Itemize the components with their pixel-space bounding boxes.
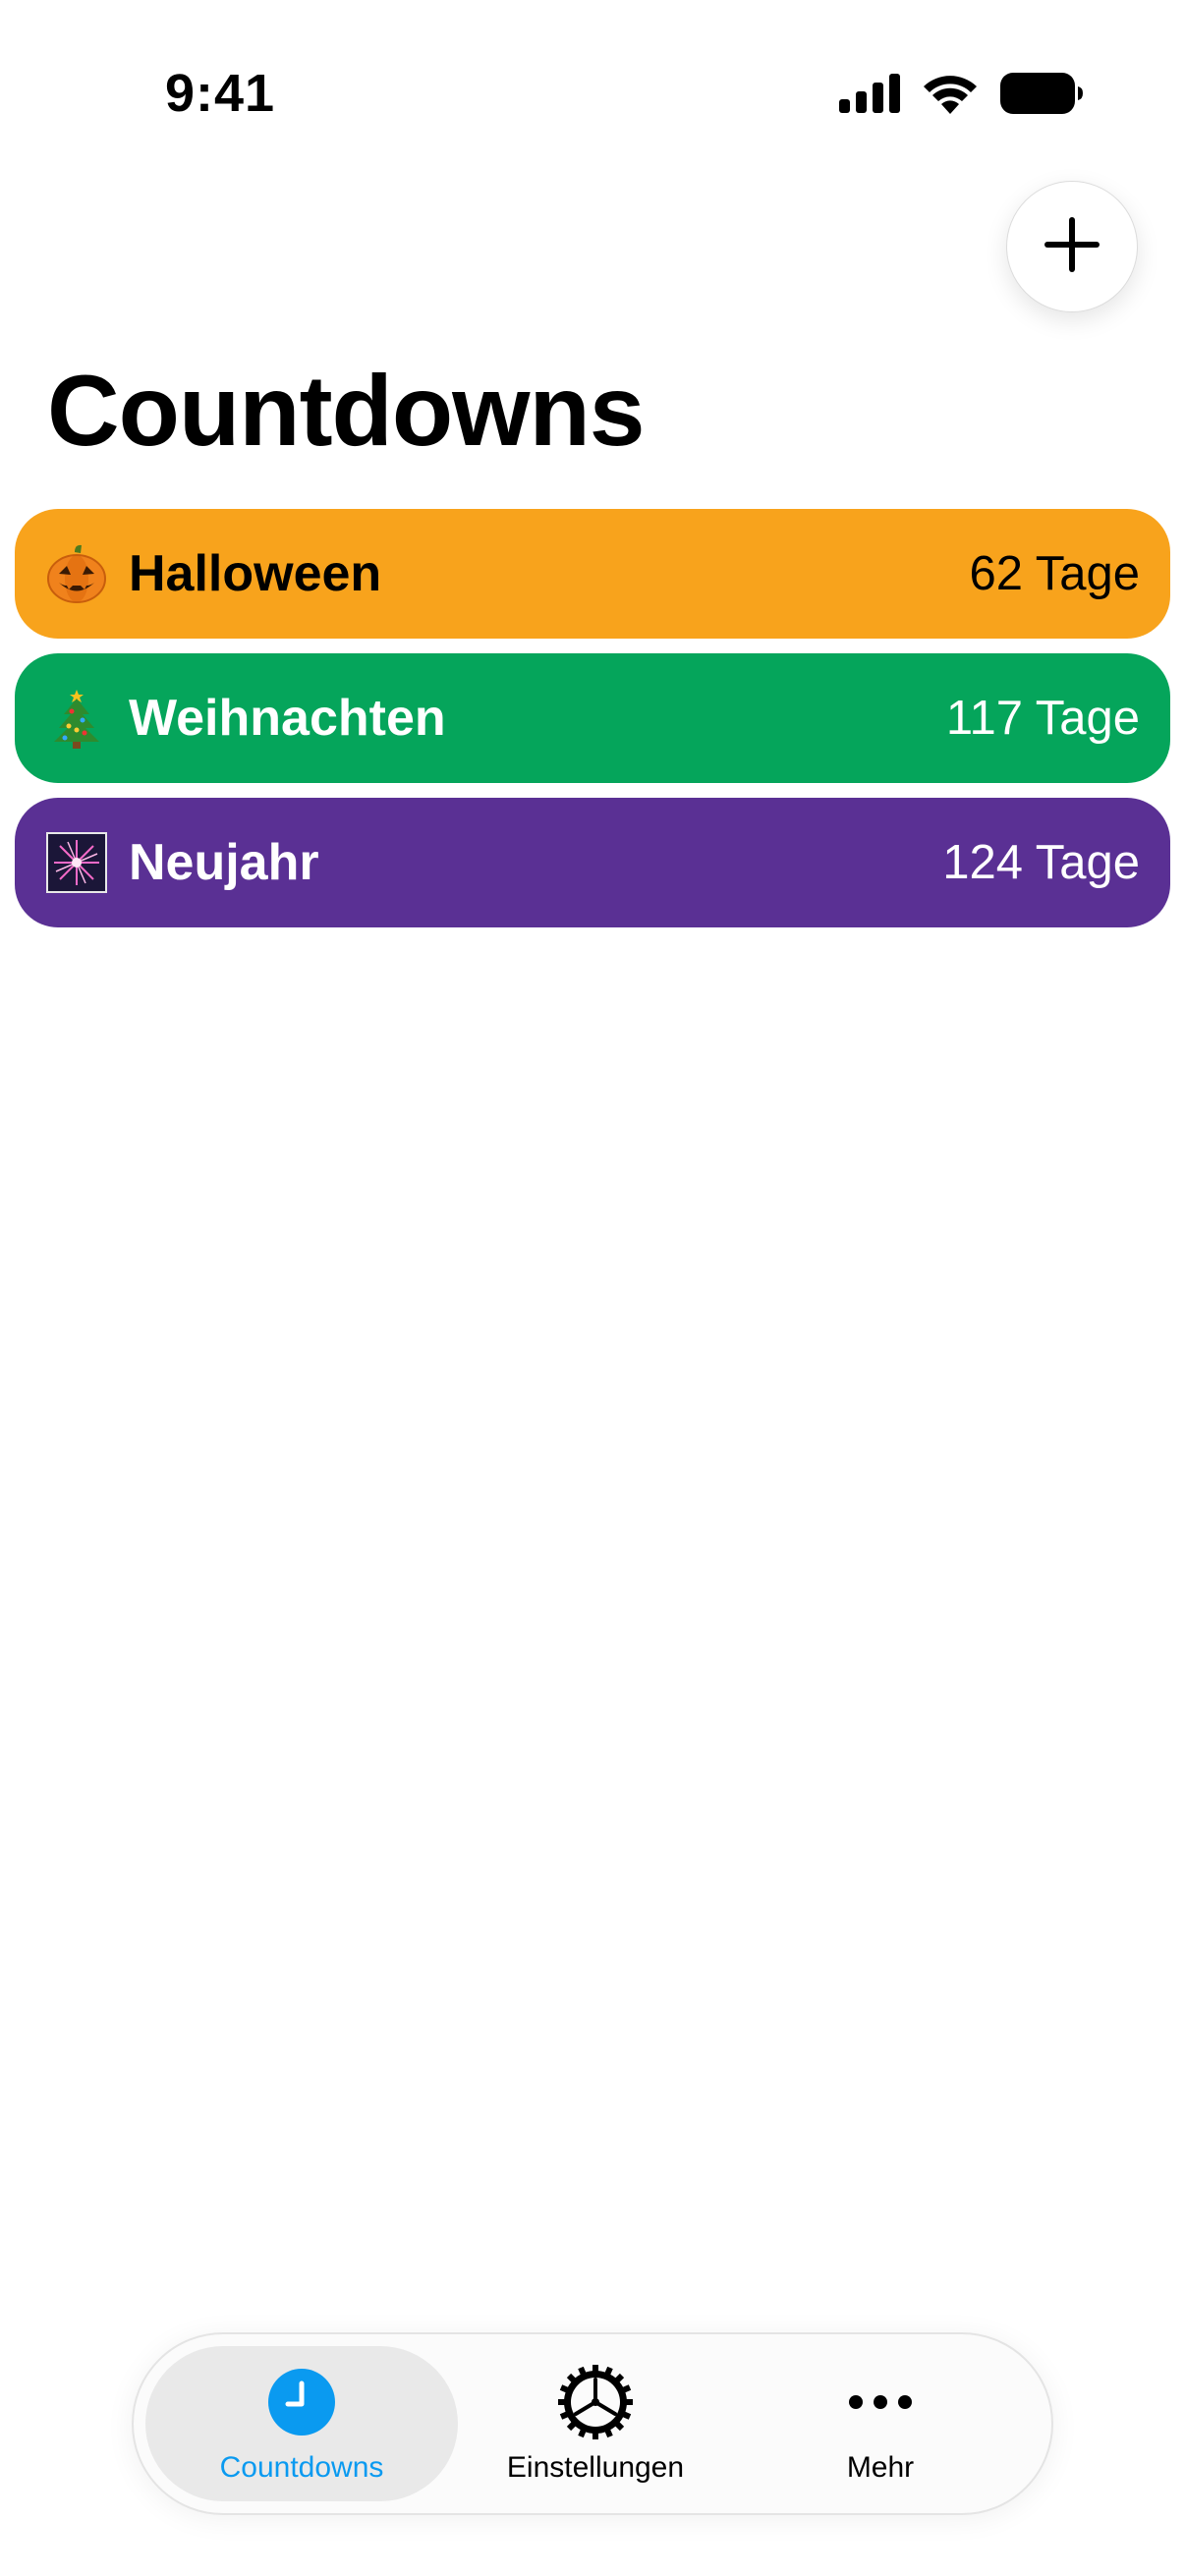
wifi-icon (922, 73, 979, 119)
tab-mehr[interactable]: Mehr (733, 2346, 1028, 2501)
gear-icon (556, 2363, 635, 2441)
countdown-row-weihnachten[interactable]: Weihnachten 117 Tage (15, 653, 1170, 783)
countdown-row-neujahr[interactable]: Neujahr 124 Tage (15, 798, 1170, 927)
countdown-days: 124 Tage (942, 836, 1140, 889)
countdown-name: Halloween (129, 545, 382, 602)
christmas-tree-icon (44, 686, 109, 751)
status-icons (839, 72, 1083, 119)
countdown-days: 62 Tage (969, 547, 1141, 600)
tab-einstellungen[interactable]: Einstellungen (448, 2346, 743, 2501)
tab-label: Mehr (846, 2451, 915, 2484)
status-bar: 9:41 (0, 0, 1185, 196)
countdown-list: Halloween 62 Tage Weihnachten 117 Tage N… (15, 509, 1170, 942)
status-time: 9:41 (165, 64, 276, 123)
page-title: Countdowns (47, 355, 646, 467)
jack-o-lantern-icon (44, 541, 109, 606)
tab-countdowns[interactable]: Countdowns (145, 2346, 458, 2501)
tab-label: Einstellungen (506, 2451, 685, 2484)
countdown-days: 117 Tage (945, 692, 1140, 745)
countdown-row-halloween[interactable]: Halloween 62 Tage (15, 509, 1170, 639)
tab-label: Countdowns (219, 2451, 384, 2484)
countdown-name: Neujahr (129, 834, 319, 891)
countdown-name: Weihnachten (129, 690, 446, 747)
add-countdown-button[interactable] (1006, 181, 1138, 312)
sparkler-icon (44, 830, 109, 895)
battery-icon (1000, 72, 1083, 119)
plus-icon (1044, 216, 1100, 277)
cellular-signal-icon (839, 73, 900, 118)
tab-bar: Countdowns Einstellungen Mehr (132, 2332, 1053, 2515)
ellipsis-icon (846, 2363, 915, 2441)
clock-icon (266, 2363, 337, 2441)
